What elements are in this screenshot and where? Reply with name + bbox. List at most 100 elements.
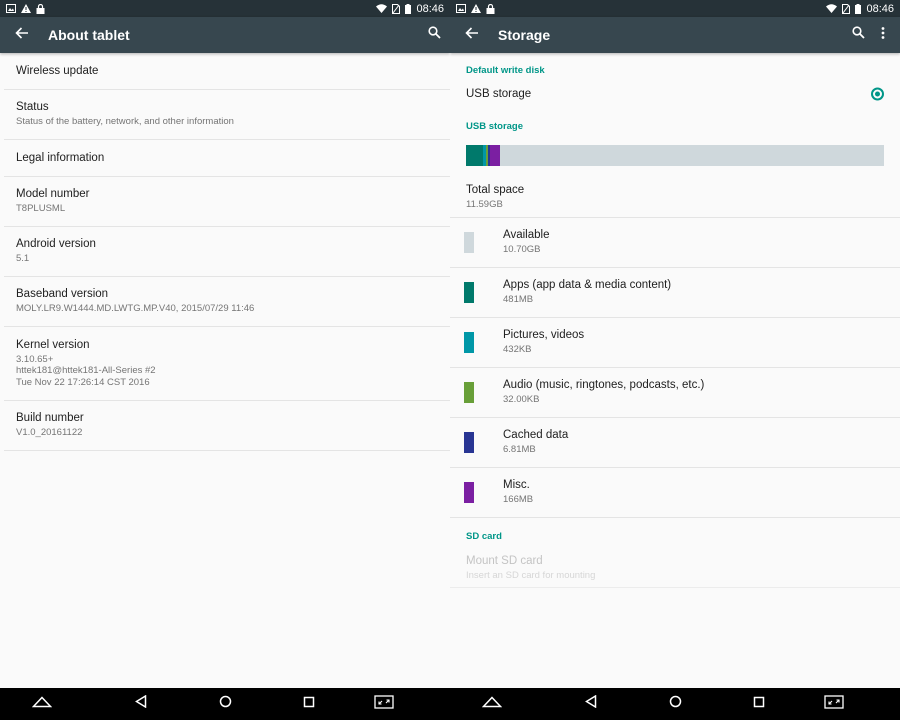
back-button[interactable]	[0, 17, 44, 53]
navigation-bar	[0, 688, 450, 720]
home-button[interactable]	[655, 688, 695, 720]
storage-category-misc[interactable]: Misc. 166MB	[450, 468, 900, 518]
item-title: Total space	[466, 184, 525, 196]
status-bar: 08:46	[450, 0, 900, 17]
back-button[interactable]	[450, 17, 494, 53]
kernel-line: Tue Nov 22 17:26:14 CST 2016	[16, 376, 150, 388]
more-vert-icon	[881, 26, 885, 44]
total-space-item[interactable]: Total space 11.59GB	[450, 172, 900, 218]
lock-icon	[486, 3, 495, 14]
mount-sd-card-item[interactable]: Mount SD card Insert an SD card for moun…	[450, 542, 900, 588]
about-tablet-screen: 08:46 About tablet Wireless update Statu…	[0, 0, 450, 720]
triangle-up-icon	[31, 695, 53, 713]
item-summary: 11.59GB	[466, 199, 503, 210]
no-sim-icon	[392, 3, 401, 14]
status-time: 08:46	[416, 2, 444, 15]
color-swatch	[464, 432, 474, 453]
screenshot-button[interactable]	[364, 688, 404, 720]
color-swatch	[464, 232, 474, 253]
category-name: Audio (music, ringtones, podcasts, etc.)	[503, 379, 705, 391]
item-title: Legal information	[16, 152, 105, 164]
usb-storage-radio[interactable]	[871, 87, 884, 101]
back-nav-button[interactable]	[571, 688, 611, 720]
category-size: 432KB	[503, 344, 532, 355]
category-size: 10.70GB	[503, 244, 541, 255]
storage-category-apps[interactable]: Apps (app data & media content) 481MB	[450, 268, 900, 318]
battery-icon	[405, 3, 412, 14]
storage-category-available[interactable]: Available 10.70GB	[450, 218, 900, 268]
home-up-button[interactable]	[472, 688, 512, 720]
usage-segment-misc	[490, 145, 501, 166]
category-size: 166MB	[503, 494, 534, 505]
kernel-line: httek181@httek181-All-Series #2	[16, 365, 156, 377]
wifi-icon	[376, 4, 388, 13]
about-list: Wireless update Status Status of the bat…	[0, 53, 450, 451]
warning-icon	[21, 4, 31, 13]
sd-card-header: SD card	[466, 531, 502, 542]
image-notification-icon	[456, 4, 466, 13]
home-up-button[interactable]	[22, 688, 62, 720]
item-summary: T8PLUSML	[16, 203, 66, 215]
baseband-version-item[interactable]: Baseband version MOLY.LR9.W1444.MD.LWTG.…	[4, 277, 450, 327]
item-summary: 5.1	[16, 253, 30, 265]
legal-information-item[interactable]: Legal information	[4, 140, 450, 177]
search-button[interactable]	[844, 17, 872, 53]
toolbar: About tablet	[0, 17, 450, 53]
category-name: Available	[503, 229, 550, 241]
no-sim-icon	[842, 3, 851, 14]
recents-button[interactable]	[739, 688, 779, 720]
usb-storage-option[interactable]: USB storage	[450, 76, 900, 112]
search-button[interactable]	[420, 17, 448, 53]
android-version-item[interactable]: Android version 5.1	[4, 227, 450, 277]
storage-category-pictures[interactable]: Pictures, videos 432KB	[450, 318, 900, 368]
screenshot-icon	[374, 694, 394, 714]
item-title: Kernel version	[16, 338, 90, 351]
lock-icon	[36, 3, 45, 14]
item-summary: V1.0_20161122	[16, 427, 83, 439]
item-title: Android version	[16, 238, 96, 251]
model-number-item[interactable]: Model number T8PLUSML	[4, 177, 450, 227]
category-name: Cached data	[503, 429, 569, 441]
usage-bar-area	[450, 132, 900, 172]
screenshot-icon	[824, 694, 844, 714]
screenshot-button[interactable]	[814, 688, 854, 720]
back-triangle-icon	[585, 694, 597, 713]
status-item[interactable]: Status Status of the battery, network, a…	[4, 90, 450, 140]
item-title: Model number	[16, 188, 90, 201]
color-swatch	[464, 282, 474, 303]
category-name: Apps (app data & media content)	[503, 279, 672, 291]
usb-storage-header: USB storage	[466, 121, 524, 132]
recents-square-icon	[753, 695, 765, 713]
recents-button[interactable]	[289, 688, 329, 720]
warning-icon	[471, 4, 481, 13]
item-title: Baseband version	[16, 288, 109, 301]
item-title: Mount SD card	[466, 555, 543, 567]
default-write-disk-header: Default write disk	[466, 65, 545, 76]
triangle-up-icon	[481, 695, 503, 713]
wireless-update-item[interactable]: Wireless update	[4, 53, 450, 90]
build-number-item[interactable]: Build number V1.0_20161122	[4, 401, 450, 451]
search-icon	[851, 26, 865, 44]
wifi-icon	[826, 4, 838, 13]
arrow-left-icon	[15, 26, 29, 44]
radio-dot	[875, 91, 880, 97]
storage-category-audio[interactable]: Audio (music, ringtones, podcasts, etc.)…	[450, 368, 900, 418]
home-button[interactable]	[205, 688, 245, 720]
item-summary: Status of the battery, network, and othe…	[16, 116, 234, 128]
arrow-left-icon	[465, 26, 479, 44]
overflow-menu-button[interactable]	[872, 17, 894, 53]
item-summary: MOLY.LR9.W1444.MD.LWTG.MP.V40, 2015/07/2…	[16, 303, 255, 315]
storage-screen: 08:46 Storage Default write disk USB sto…	[450, 0, 900, 720]
back-nav-button[interactable]	[121, 688, 161, 720]
category-size: 481MB	[503, 294, 534, 305]
search-icon	[427, 26, 441, 44]
navigation-bar	[450, 688, 900, 720]
kernel-version-item[interactable]: Kernel version 3.10.65+ httek181@httek18…	[4, 327, 450, 401]
category-size: 6.81MB	[503, 444, 536, 455]
option-label: USB storage	[466, 88, 532, 100]
home-circle-icon	[219, 695, 232, 713]
page-title: About tablet	[48, 27, 130, 43]
image-notification-icon	[6, 4, 16, 13]
home-circle-icon	[669, 695, 682, 713]
storage-category-cached[interactable]: Cached data 6.81MB	[450, 418, 900, 468]
